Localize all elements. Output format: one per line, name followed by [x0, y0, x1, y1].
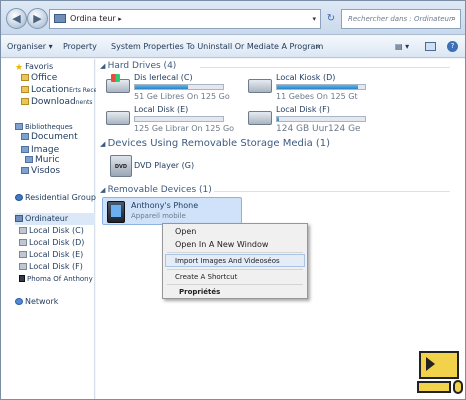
- device-type: Appareil mobile: [131, 212, 186, 220]
- nav-item-disk-e[interactable]: Local Disk (E): [19, 249, 83, 261]
- mobile-phone-icon: [107, 201, 125, 223]
- help-icon[interactable]: ?: [447, 41, 458, 52]
- drive-usage-bar: [134, 116, 224, 122]
- drive-name: Local Kiosk (D): [276, 73, 336, 82]
- drive-tile-f[interactable]: Local Disk (F) 124 GB Uur124 Ge: [248, 105, 388, 135]
- group-header-hard-drives[interactable]: ◢ Hard Drives (4): [100, 61, 450, 71]
- drive-name: Dis lerlecal (C): [134, 73, 193, 82]
- pictures-icon: [21, 146, 29, 153]
- mouse-icon: [453, 380, 463, 394]
- computer-icon: [15, 215, 23, 222]
- nav-item-disk-c[interactable]: Local Disk (C): [19, 225, 84, 237]
- drive-icon: [19, 251, 27, 258]
- drive-icon: [19, 263, 27, 270]
- videos-icon: [21, 167, 29, 174]
- more-commands-button[interactable]: »: [315, 36, 320, 58]
- music-icon: [25, 156, 33, 163]
- nav-item-disk-f[interactable]: Local Disk (F): [19, 261, 83, 273]
- library-icon: [15, 123, 23, 130]
- drive-tile-e[interactable]: Local Disk (E) 125 Ge Librar On 125 Go: [106, 105, 246, 135]
- group-header-removable-media[interactable]: ◢ Devices Using Removable Storage Media …: [100, 138, 330, 149]
- drive-icon: [248, 79, 272, 93]
- context-menu: Open Open In A New Window Import Images …: [162, 223, 308, 299]
- menu-item-open[interactable]: Open: [175, 227, 196, 236]
- drive-name: Local Disk (E): [134, 105, 189, 114]
- drive-tile-c[interactable]: Dis lerlecal (C) 51 Ge Libres On 125 Go: [106, 73, 246, 103]
- homegroup-icon: [15, 194, 23, 201]
- search-placeholder: Rechercher dans : Ordinateur: [348, 15, 452, 23]
- nav-item-download[interactable]: Downloadnents: [21, 96, 93, 108]
- back-button[interactable]: ◀: [6, 8, 27, 29]
- drive-usage-bar: [276, 116, 366, 122]
- device-name: Anthony's Phone: [131, 201, 199, 210]
- menu-item-open-new-window[interactable]: Open In A New Window: [175, 240, 268, 249]
- address-bar-row: ◀ ▶ Ordina teur ▸ ▾ ↻ Rechercher dans : …: [1, 1, 465, 35]
- menu-separator: [167, 284, 303, 285]
- drive-usage-bar: [276, 84, 366, 90]
- command-toolbar: Organiser ▾ Property System Properties T…: [1, 36, 465, 58]
- drive-tile-d[interactable]: Local Kiosk (D) 11 Gebes On 125 Gt: [248, 73, 388, 103]
- phone-icon: [19, 275, 25, 282]
- nav-item-computer[interactable]: Ordinateur: [15, 213, 95, 225]
- drive-free-space: 11 Gebes On 125 Gt: [276, 92, 358, 101]
- nav-item-office[interactable]: Office: [21, 72, 57, 84]
- menu-item-create-shortcut[interactable]: Create A Shortcut: [175, 273, 237, 281]
- network-icon: [15, 298, 23, 305]
- drive-usage-bar: [134, 84, 224, 90]
- organize-button[interactable]: Organiser ▾: [7, 36, 53, 58]
- drive-icon: [106, 111, 130, 125]
- drive-icon: [19, 227, 27, 234]
- address-dropdown-icon[interactable]: ▾: [312, 10, 316, 28]
- group-header-removable-devices[interactable]: ◢ Removable Devices (1): [100, 185, 450, 195]
- drive-free-space: 125 Ge Librar On 125 Go: [134, 124, 235, 133]
- system-properties-button[interactable]: System Properties To Uninstall Or Mediat…: [111, 36, 323, 58]
- nav-item-network[interactable]: Network: [15, 296, 58, 308]
- forward-button[interactable]: ▶: [27, 8, 48, 29]
- dvd-drive-tile[interactable]: DVD DVD Player (G): [110, 155, 220, 179]
- folder-icon: [21, 74, 29, 81]
- site-logo: [415, 349, 465, 397]
- menu-separator: [167, 269, 303, 270]
- menu-separator: [167, 252, 303, 253]
- properties-button[interactable]: Property: [63, 36, 97, 58]
- nav-item-disk-d[interactable]: Local Disk (D): [19, 237, 84, 249]
- keyboard-icon: [417, 381, 451, 393]
- documents-icon: [21, 133, 29, 140]
- dvd-icon: DVD: [110, 155, 132, 177]
- address-path: Ordina teur: [70, 14, 116, 23]
- address-field[interactable]: Ordina teur ▸ ▾: [49, 9, 321, 29]
- refresh-icon[interactable]: ↻: [323, 9, 339, 29]
- explorer-window: ◀ ▶ Ordina teur ▸ ▾ ↻ Rechercher dans : …: [0, 0, 466, 400]
- search-icon[interactable]: ⌕: [451, 10, 456, 28]
- drive-free-space: 51 Ge Libres On 125 Go: [134, 92, 230, 101]
- view-options-button[interactable]: ▤ ▾: [395, 36, 409, 58]
- dvd-name: DVD Player (G): [134, 161, 195, 170]
- folder-icon: [21, 86, 29, 93]
- menu-item-properties[interactable]: Propriétés: [179, 288, 220, 296]
- drive-icon: [248, 111, 272, 125]
- search-input[interactable]: Rechercher dans : Ordinateur ⌕: [341, 9, 461, 29]
- folder-icon: [21, 98, 29, 105]
- drive-free-space: 124 GB Uur124 Ge: [276, 124, 361, 134]
- nav-item-documents[interactable]: Document: [21, 131, 78, 143]
- nav-item-homegroup[interactable]: Residential Group: [15, 192, 96, 204]
- nav-item-videos[interactable]: Visdos: [21, 165, 60, 177]
- preview-pane-icon[interactable]: [425, 42, 436, 51]
- nav-item-phone[interactable]: Phoma Of Anthony: [19, 273, 93, 285]
- system-drive-icon: [106, 74, 130, 93]
- drive-icon: [19, 239, 27, 246]
- nav-item-location[interactable]: LocationErts Reces: [21, 84, 100, 96]
- phone-device-tile[interactable]: Anthony's Phone Appareil mobile: [102, 197, 242, 225]
- computer-icon: [54, 14, 66, 23]
- monitor-icon: [419, 351, 459, 379]
- navigation-pane: ★ Favoris Office LocationErts Reces Downl…: [1, 59, 100, 399]
- drive-name: Local Disk (F): [276, 105, 330, 114]
- menu-item-import-images[interactable]: Import Images And Videoséos: [175, 257, 280, 265]
